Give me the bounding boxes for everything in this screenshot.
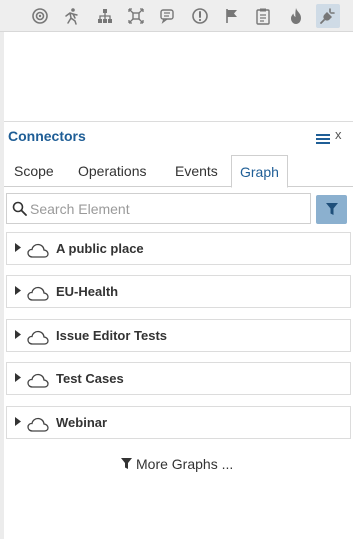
cloud-icon (27, 243, 49, 258)
list-item[interactable]: Issue Editor Tests (6, 319, 351, 352)
hierarchy-icon[interactable] (93, 4, 117, 28)
cloud-icon (27, 417, 49, 432)
cloud-icon (27, 330, 49, 345)
connectors-panel: Connectors x Scope Operations Events Gra… (4, 121, 353, 539)
tab-scope[interactable]: Scope (6, 155, 62, 187)
tab-events[interactable]: Events (167, 155, 226, 187)
filter-button[interactable] (316, 195, 347, 224)
more-graphs-label: More Graphs ... (136, 456, 234, 472)
filter-icon (325, 203, 338, 215)
tab-graph[interactable]: Graph (231, 155, 288, 188)
list-item-label: Test Cases (56, 371, 124, 386)
search-icon (12, 201, 27, 216)
filter-icon (121, 458, 132, 469)
list-item-label: A public place (56, 241, 144, 256)
caret-right-icon[interactable] (15, 286, 21, 295)
fire-icon[interactable] (284, 4, 308, 28)
list-item-label: EU-Health (56, 284, 119, 299)
plug-icon[interactable] (316, 4, 340, 28)
panel-title: Connectors (8, 128, 86, 144)
alert-icon[interactable] (188, 4, 212, 28)
tab-bar: Scope Operations Events Graph (4, 155, 353, 188)
list-item[interactable]: Test Cases (6, 362, 351, 395)
list-item-label: Issue Editor Tests (56, 328, 168, 343)
caret-right-icon[interactable] (15, 243, 21, 252)
caret-right-icon[interactable] (15, 330, 21, 339)
cloud-icon (27, 373, 49, 388)
list-item[interactable]: Webinar (6, 406, 351, 439)
run-icon[interactable] (59, 4, 83, 28)
list-item[interactable]: A public place (6, 232, 351, 265)
toolbar (0, 0, 353, 32)
flag-icon[interactable] (220, 4, 244, 28)
caret-right-icon[interactable] (15, 373, 21, 382)
target-icon[interactable] (28, 4, 52, 28)
search-input[interactable] (28, 198, 308, 220)
expand-icon[interactable] (124, 4, 148, 28)
more-graphs-link[interactable]: More Graphs ... (121, 455, 233, 473)
list-item[interactable]: EU-Health (6, 275, 351, 308)
comments-icon[interactable] (156, 4, 180, 28)
cloud-icon (27, 286, 49, 301)
minimize-icon[interactable] (316, 131, 330, 144)
panel-header: Connectors x (4, 122, 353, 150)
list-item-label: Webinar (56, 415, 108, 430)
clipboard-icon[interactable] (251, 4, 275, 28)
close-button[interactable]: x (335, 128, 342, 142)
tab-operations[interactable]: Operations (70, 155, 154, 187)
caret-right-icon[interactable] (15, 417, 21, 426)
search-box (6, 193, 311, 224)
